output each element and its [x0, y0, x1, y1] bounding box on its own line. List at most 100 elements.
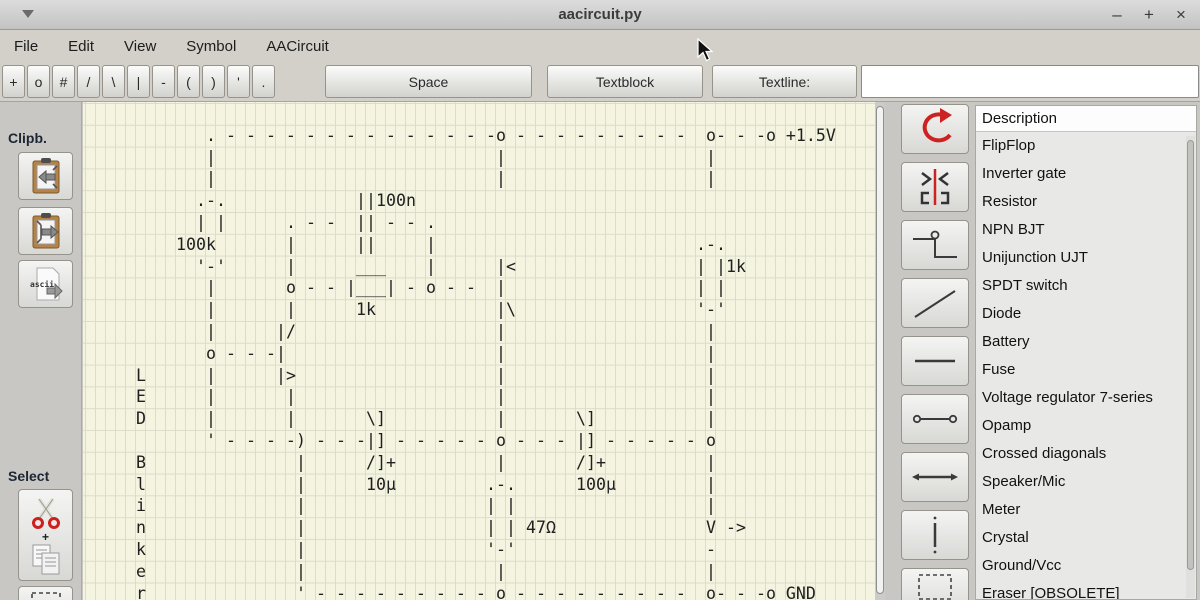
- canvas-text-segment: |: [706, 386, 716, 408]
- char-button-1[interactable]: o: [27, 65, 50, 98]
- menu-item-aacircuit[interactable]: AACircuit: [264, 34, 331, 59]
- clipboard-in-icon: [28, 156, 64, 196]
- canvas-text-segment: |: [286, 299, 296, 321]
- symbol-list-item[interactable]: Crystal: [976, 524, 1196, 552]
- canvas-text-segment: |: [296, 561, 306, 583]
- symbol-list-scrollbar-thumb[interactable]: [1187, 140, 1194, 570]
- canvas-text-segment: |: [426, 256, 436, 278]
- canvas-text-segment: | |1k: [696, 256, 746, 278]
- canvas-text-segment: |: [496, 168, 506, 190]
- rect-select-tool-button[interactable]: rect: [901, 568, 969, 600]
- canvas-text-segment: o: [496, 430, 506, 452]
- canvas-text-segment: \]: [576, 408, 596, 430]
- circuit-canvas[interactable]: . - - - - - - - - - - - - --o- - - - - -…: [83, 102, 875, 600]
- maximize-button[interactable]: +: [1140, 0, 1158, 30]
- canvas-text-segment: |: [706, 147, 716, 169]
- canvas-text-segment: |: [706, 365, 716, 387]
- canvas-text-segment: |: [296, 539, 306, 561]
- char-button-2[interactable]: #: [52, 65, 75, 98]
- ascii-export-icon: ascii: [27, 264, 65, 304]
- diagonal-line-tool-button[interactable]: [901, 278, 969, 328]
- symbol-list-item[interactable]: SPDT switch: [976, 272, 1196, 300]
- export-ascii-button[interactable]: ascii: [18, 260, 73, 308]
- symbol-list-item[interactable]: Voltage regulator 7-series: [976, 384, 1196, 412]
- char-button-8[interactable]: ): [202, 65, 225, 98]
- mirror-icon: [910, 165, 960, 209]
- canvas-text-segment: |]: [576, 430, 596, 452]
- canvas-text-segment: - -: [446, 277, 476, 299]
- canvas-text-segment: |: [496, 343, 506, 365]
- canvas-text-segment: /]+: [366, 452, 396, 474]
- char-button-6[interactable]: -: [152, 65, 175, 98]
- symbol-list-item[interactable]: Ground/Vcc: [976, 552, 1196, 580]
- canvas-text-segment: |: [206, 321, 216, 343]
- select-rectangle-button[interactable]: SEL: [18, 586, 73, 600]
- horizontal-line-tool-button[interactable]: [901, 336, 969, 386]
- rotate-symbol-button[interactable]: [901, 104, 969, 154]
- menu-item-view[interactable]: View: [122, 34, 158, 59]
- space-button[interactable]: Space: [325, 65, 532, 98]
- canvas-text-segment: o - - -: [206, 343, 276, 365]
- symbol-list-scrollbar[interactable]: [1186, 136, 1195, 598]
- canvas-text-segment: | |: [486, 495, 516, 517]
- canvas-scrollbar-thumb[interactable]: [876, 106, 884, 594]
- copy-to-clipboard-button[interactable]: [18, 152, 73, 200]
- textline-button[interactable]: Textline:: [712, 65, 857, 98]
- canvas-text-segment: |: [296, 474, 306, 496]
- symbol-list-item[interactable]: Inverter gate: [976, 160, 1196, 188]
- char-button-9[interactable]: ': [227, 65, 250, 98]
- cut-copy-selection-button[interactable]: +: [18, 489, 73, 581]
- title-bar: aacircuit.py – + ×: [0, 0, 1200, 30]
- char-button-0[interactable]: +: [2, 65, 25, 98]
- menu-item-file[interactable]: File: [12, 34, 40, 59]
- close-button[interactable]: ×: [1172, 0, 1190, 30]
- terminal-line-tool-button[interactable]: [901, 394, 969, 444]
- char-button-7[interactable]: (: [177, 65, 200, 98]
- canvas-text-segment: L: [136, 365, 146, 387]
- char-button-3[interactable]: /: [77, 65, 100, 98]
- symbol-list-item[interactable]: Resistor: [976, 188, 1196, 216]
- canvas-scrollbar[interactable]: [875, 102, 885, 600]
- canvas-text-segment: |: [496, 561, 506, 583]
- canvas-text-segment: |: [706, 343, 716, 365]
- symbol-list-item[interactable]: NPN BJT: [976, 216, 1196, 244]
- symbol-list-item[interactable]: Opamp: [976, 412, 1196, 440]
- menu-item-symbol[interactable]: Symbol: [184, 34, 238, 59]
- paste-from-clipboard-button[interactable]: [18, 207, 73, 255]
- symbol-list-item[interactable]: FlipFlop: [976, 132, 1196, 160]
- canvas-text-segment: 100k: [176, 234, 216, 256]
- symbol-list-header[interactable]: Description: [976, 106, 1196, 132]
- component-pin-tool-button[interactable]: [901, 220, 969, 270]
- canvas-text-segment: |: [206, 277, 216, 299]
- symbol-list-item[interactable]: Meter: [976, 496, 1196, 524]
- canvas-text-segment: l: [136, 474, 146, 496]
- canvas-text-segment: k: [136, 539, 146, 561]
- svg-text:+: +: [42, 530, 49, 544]
- char-button-5[interactable]: |: [127, 65, 150, 98]
- canvas-text-segment: . - - - - - - - - - - - - -: [206, 125, 476, 147]
- canvas-text-segment: o - -: [286, 277, 336, 299]
- vertical-line-tool-button[interactable]: [901, 510, 969, 560]
- symbol-list-item[interactable]: Diode: [976, 300, 1196, 328]
- symbol-list-item[interactable]: Fuse: [976, 356, 1196, 384]
- canvas-text-segment: ' - - - - - - - - -: [296, 583, 486, 600]
- arrowed-line-tool-button[interactable]: [901, 452, 969, 502]
- symbol-list-item[interactable]: Eraser [OBSOLETE]: [976, 580, 1196, 600]
- char-button-4[interactable]: \: [102, 65, 125, 98]
- diagonal-line-icon: [907, 281, 963, 325]
- canvas-text-segment: | |: [486, 517, 516, 539]
- canvas-text-segment: |___|: [346, 277, 396, 299]
- menu-item-edit[interactable]: Edit: [66, 34, 96, 59]
- textblock-button[interactable]: Textblock: [547, 65, 703, 98]
- left-panel: Clipb. ascii Select: [0, 102, 82, 600]
- symbol-list-item[interactable]: Speaker/Mic: [976, 468, 1196, 496]
- symbol-list-item[interactable]: Crossed diagonals: [976, 440, 1196, 468]
- minimize-button[interactable]: –: [1108, 0, 1126, 30]
- canvas-text-segment: |: [206, 168, 216, 190]
- char-button-10[interactable]: .: [252, 65, 275, 98]
- mirror-symbol-button[interactable]: [901, 162, 969, 212]
- symbol-list-item[interactable]: Unijunction UJT: [976, 244, 1196, 272]
- canvas-text-segment: |: [706, 452, 716, 474]
- symbol-list-item[interactable]: Battery: [976, 328, 1196, 356]
- textline-input[interactable]: [861, 65, 1199, 98]
